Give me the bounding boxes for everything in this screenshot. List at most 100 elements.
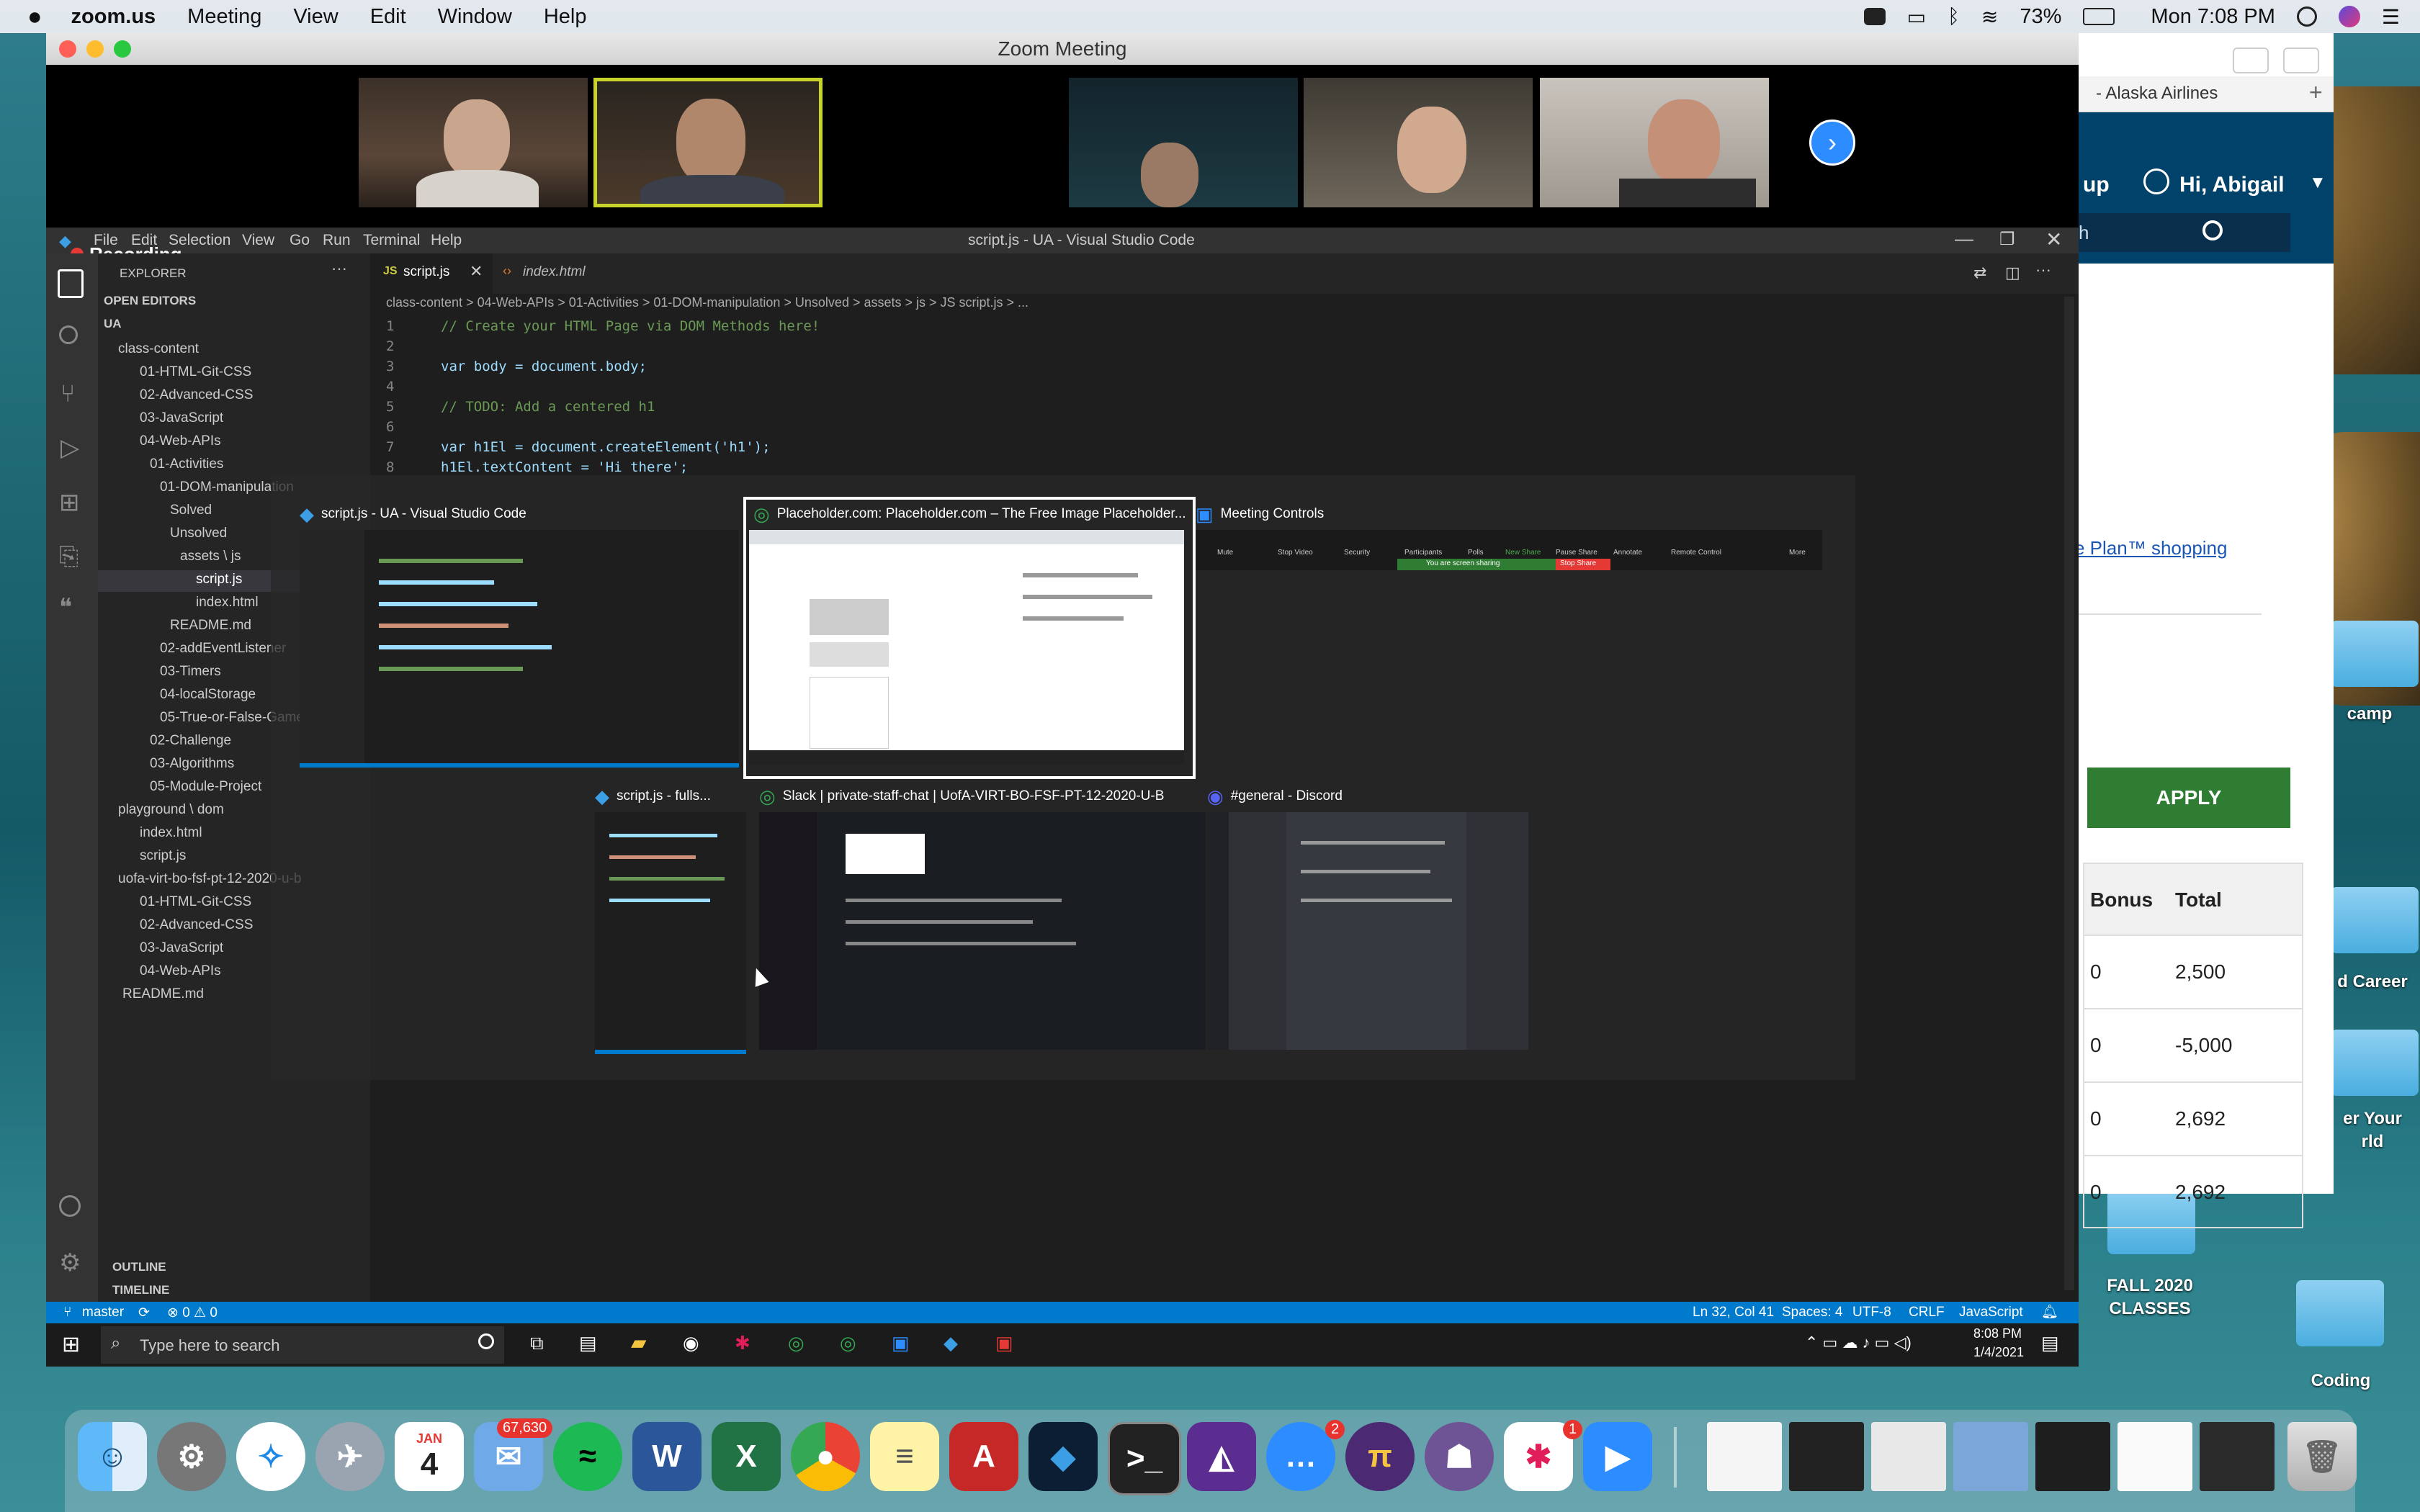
github-icon[interactable]: ☗ (1425, 1422, 1494, 1491)
tree-item[interactable]: 03-JavaScript (140, 410, 223, 426)
switcher-window-meeting-controls[interactable]: ▣ Meeting Controls Mute Stop Video Secur… (1196, 500, 1822, 586)
launchpad-icon[interactable]: ✈ (315, 1422, 385, 1491)
vscode-menu-view[interactable]: View (242, 232, 274, 249)
vscode-menu-terminal[interactable]: Terminal (363, 232, 420, 249)
switcher-window-vscode-fullstack[interactable]: ◆ script.js - fulls... (595, 782, 753, 1054)
tree-item[interactable]: README.md (170, 618, 251, 634)
vscode-minimize-icon[interactable]: — (1955, 228, 1973, 250)
tree-item[interactable]: 04-Web-APIs (140, 433, 221, 449)
gear-icon[interactable]: ⚙ (59, 1248, 81, 1277)
close-tab-icon[interactable]: ✕ (470, 262, 483, 281)
taskbar-search-box[interactable]: ⌕ Type here to search (101, 1326, 504, 1364)
trash-icon[interactable]: 🗑︎ (2287, 1422, 2357, 1491)
timeline-section[interactable]: TIMELINE (112, 1283, 169, 1297)
slack-icon[interactable]: ✱ (735, 1332, 750, 1354)
tree-item[interactable]: index.html (196, 595, 259, 611)
terminal-icon[interactable]: >_ (1108, 1422, 1181, 1495)
tree-item[interactable]: 03-Timers (160, 664, 221, 680)
maximize-window-icon[interactable] (114, 40, 131, 58)
menu-view[interactable]: View (293, 5, 338, 29)
bell-icon[interactable]: 🔔︎ (2041, 1303, 2058, 1320)
tree-item[interactable]: assets \ js (180, 549, 241, 564)
window-thumbnail[interactable] (1707, 1422, 1782, 1491)
switcher-window-chrome[interactable]: ◎ Placeholder.com: Placeholder.com – The… (743, 497, 1196, 779)
system-tray-icons[interactable]: ⌃ ▭ ☁ ♪ ▭ ◁) (1805, 1333, 1912, 1352)
participant-video[interactable] (1304, 78, 1533, 207)
apply-button[interactable]: APPLY (2087, 768, 2290, 828)
tree-item[interactable]: 02-addEventListener (160, 641, 286, 657)
switcher-window-vscode[interactable]: ◆ script.js - UA - Visual Studio Code (300, 500, 739, 768)
tree-item[interactable]: index.html (140, 825, 202, 841)
zoom-status-icon[interactable] (1863, 8, 1886, 25)
menu-meeting[interactable]: Meeting (187, 5, 261, 29)
vscode-icon[interactable]: ◆ (944, 1332, 958, 1354)
account-icon[interactable] (59, 1195, 81, 1217)
menu-edit[interactable]: Edit (370, 5, 406, 29)
source-control-icon[interactable]: ⑂ (60, 380, 75, 408)
acrobat-icon[interactable]: A (949, 1422, 1018, 1491)
pi-network-icon[interactable]: π (1345, 1422, 1415, 1491)
system-preferences-icon[interactable]: ⚙ (157, 1422, 226, 1491)
notes-icon[interactable]: ≡ (870, 1422, 939, 1491)
browser-tab-title[interactable]: - Alaska Airlines (2096, 84, 2218, 104)
tabs-overview-icon[interactable] (2283, 48, 2319, 73)
vscode-menu-go[interactable]: Go (290, 232, 310, 249)
window-thumbnail[interactable] (2118, 1422, 2192, 1491)
extensions-icon[interactable]: ⊞ (59, 488, 80, 517)
new-tab-icon[interactable]: + (2309, 79, 2323, 106)
vscode-menu-run[interactable]: Run (323, 232, 351, 249)
siri-icon[interactable] (2338, 6, 2360, 27)
tree-item[interactable]: playground \ dom (118, 802, 224, 818)
share-icon[interactable] (2233, 48, 2269, 73)
menubar-clock[interactable]: Mon 7:08 PM (2151, 5, 2275, 29)
action-center-icon[interactable]: ▤ (2041, 1332, 2059, 1354)
tree-item[interactable]: 02-Advanced-CSS (140, 387, 253, 403)
tree-item[interactable]: 03-JavaScript (140, 940, 223, 956)
tab-script-js[interactable]: JS script.js ✕ (370, 253, 493, 294)
chevron-down-icon[interactable]: ▼ (2309, 173, 2326, 193)
greeting[interactable]: Hi, Abigail (2179, 173, 2285, 197)
explorer-icon[interactable] (58, 269, 84, 298)
tree-item[interactable]: Solved (170, 503, 212, 518)
minimize-window-icon[interactable] (86, 40, 104, 58)
apple-icon[interactable]: ● (27, 3, 42, 31)
windows-start-icon[interactable]: ⊞ (62, 1332, 80, 1357)
line-endings[interactable]: CRLF (1909, 1305, 1945, 1320)
window-thumbnail[interactable] (1953, 1422, 2028, 1491)
chrome-icon[interactable]: ◎ (788, 1332, 805, 1354)
tree-item[interactable]: 04-localStorage (160, 687, 256, 703)
language-mode[interactable]: JavaScript (1959, 1305, 2023, 1320)
split-editor-icon[interactable]: ◫ (2005, 264, 2020, 282)
calendar-icon[interactable]: JAN 4 (395, 1422, 464, 1491)
spotlight-icon[interactable] (2296, 6, 2317, 27)
tree-item[interactable]: 05-Module-Project (150, 779, 261, 795)
menu-help[interactable]: Help (544, 5, 587, 29)
plan-link[interactable]: e Plan™ shopping (2074, 537, 2227, 559)
tree-item[interactable]: Unsolved (170, 526, 227, 541)
spotify-icon[interactable]: ≈ (553, 1422, 622, 1491)
bluetooth-icon[interactable]: ᛒ (1948, 5, 1960, 28)
tree-item[interactable]: 01-Activities (150, 456, 223, 472)
close-window-icon[interactable] (59, 40, 76, 58)
desktop-folder-icon[interactable] (2296, 1280, 2384, 1346)
zoom-icon[interactable]: ▶ (1583, 1422, 1652, 1491)
participant-video[interactable] (359, 78, 588, 207)
taskbar-time[interactable]: 8:08 PM (1973, 1326, 2022, 1341)
vscode-close-icon[interactable]: ✕ (2045, 228, 2062, 251)
desktop-folder-icon[interactable] (2331, 621, 2419, 687)
file-explorer-icon[interactable]: ▰ (631, 1331, 647, 1354)
more-actions-icon[interactable]: ··· (331, 259, 347, 278)
battery-icon[interactable] (2083, 8, 2115, 25)
open-editors-section[interactable]: OPEN EDITORS (104, 294, 196, 308)
tree-item[interactable]: 01-HTML-Git-CSS (140, 364, 251, 380)
store-icon[interactable]: ▤ (579, 1332, 597, 1354)
app-menu[interactable]: zoom.us (71, 5, 156, 29)
compare-changes-icon[interactable]: ⇄ (1973, 264, 1986, 282)
vscode-restore-icon[interactable]: ❐ (1999, 229, 2015, 250)
workspace-root[interactable]: UA (104, 317, 122, 331)
editor-scrollbar[interactable] (2064, 297, 2074, 1290)
tree-item[interactable]: 01-HTML-Git-CSS (140, 894, 251, 910)
visual-studio-icon[interactable]: ◭ (1187, 1422, 1256, 1491)
more-actions-icon[interactable]: ··· (2035, 261, 2051, 279)
chrome-icon[interactable]: ◎ (840, 1332, 856, 1354)
